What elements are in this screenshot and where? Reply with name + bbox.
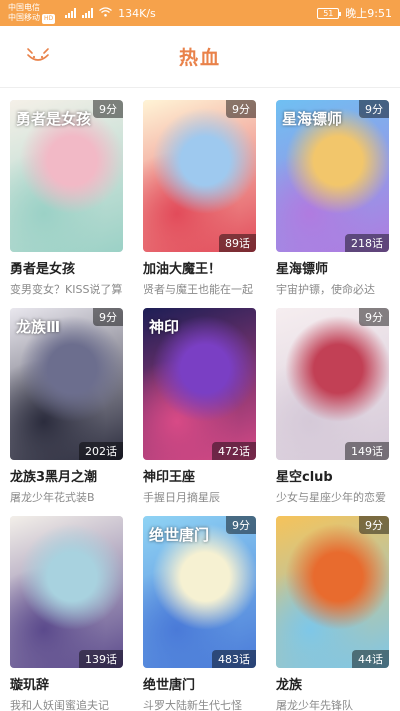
comic-cover[interactable]: 绝世唐门 9分 483话	[143, 516, 256, 668]
cover-logo: 星海镖师	[282, 110, 343, 128]
comic-title[interactable]: 璇玑辞	[10, 674, 123, 693]
cover-logo: 勇者是女孩	[16, 110, 92, 128]
comic-card[interactable]: 9分 89话加油大魔王！ 贤者与魔王也能在一起	[143, 100, 256, 300]
comic-cover[interactable]: 9分 149话	[276, 308, 389, 460]
comic-card[interactable]: 绝世唐门 9分 483话 绝世唐门 斗罗大陆新生代七怪	[143, 516, 256, 711]
comic-description: 屠龙少年花式装B	[10, 491, 95, 504]
signal-icon	[65, 8, 77, 18]
comic-title[interactable]: 龙族	[276, 674, 389, 693]
comic-cover[interactable]: 星海镖师 9分 218话	[276, 100, 389, 252]
comic-cover[interactable]: 9分 44话	[276, 516, 389, 668]
comic-description: 变男变女？KISS说了算	[10, 283, 123, 296]
carrier-1: 中国电信	[8, 2, 40, 12]
comic-grid: 勇者是女孩 9分 勇者是女孩 变男变女？KISS说了算 9分 89话 加油大魔王！ 贤者与魔王…	[0, 100, 400, 711]
status-bar: 中国电信 中国移动 HD 134K/s 51 晚上9:51	[0, 0, 400, 26]
comic-card[interactable]: 9分 44话龙族屠龙少年先锋队	[276, 516, 389, 711]
comic-title[interactable]: 加油大魔王！	[143, 258, 256, 277]
chapter-count-badge: 483话	[212, 650, 256, 668]
comic-cover[interactable]: 139话	[10, 516, 123, 668]
comic-description: 宇宙护镖，使命必达	[276, 283, 375, 296]
cover-art	[10, 516, 123, 668]
score-badge: 9分	[359, 516, 389, 534]
hd-badge: HD	[42, 13, 56, 24]
cover-art	[276, 308, 389, 460]
comic-card[interactable]: 勇者是女孩 9分 勇者是女孩 变男变女？KISS说了算	[10, 100, 123, 300]
score-badge: 9分	[93, 308, 123, 326]
clock: 晚上9:51	[345, 7, 392, 20]
comic-description: 斗罗大陆新生代七怪	[143, 699, 242, 711]
chapter-count-badge: 472话	[212, 442, 256, 460]
battery-icon: 51	[317, 7, 342, 19]
comic-card[interactable]: 9分 149话星空club 少女与星座少年的恋爱	[276, 308, 389, 508]
comic-card[interactable]: 神印 472话神印王座手握日月摘星辰	[143, 308, 256, 508]
comic-title[interactable]: 星空club	[276, 466, 389, 485]
comic-title[interactable]: 星海镖师	[276, 258, 389, 277]
chapter-count-badge: 139话	[79, 650, 123, 668]
comic-description: 手握日月摘星辰	[143, 491, 220, 504]
score-badge: 9分	[226, 516, 256, 534]
carrier-2: 中国移动	[8, 12, 40, 22]
page-title: 热血	[178, 47, 221, 69]
chapter-count-badge: 89话	[219, 234, 256, 252]
score-badge: 9分	[359, 100, 389, 118]
score-badge: 9分	[359, 308, 389, 326]
comic-card[interactable]: 星海镖师 9分 218话 星海镖师 宇宙护镖，使命必达	[276, 100, 389, 300]
comic-description: 少女与星座少年的恋爱	[276, 491, 386, 504]
comic-cover[interactable]: 勇者是女孩 9分	[10, 100, 123, 252]
chapter-count-badge: 44话	[352, 650, 389, 668]
carrier-info: 中国电信 中国移动 HD	[8, 2, 56, 24]
signal-icon-2	[82, 8, 94, 18]
wifi-icon	[99, 6, 113, 20]
app-header: 热血	[0, 26, 400, 88]
comic-description: 我和人妖闺蜜追夫记	[10, 699, 109, 711]
cover-logo: 龙族Ⅲ	[16, 318, 61, 336]
score-badge: 9分	[226, 100, 256, 118]
comic-cover[interactable]: 龙族Ⅲ 9分 202话	[10, 308, 123, 460]
comic-title[interactable]: 勇者是女孩	[10, 258, 123, 277]
cat-menu-icon[interactable]	[26, 46, 50, 68]
chapter-count-badge: 218话	[345, 234, 389, 252]
comic-title[interactable]: 绝世唐门	[143, 674, 256, 693]
comic-cover[interactable]: 神印 472话	[143, 308, 256, 460]
cover-logo: 神印	[149, 318, 180, 336]
comic-description: 贤者与魔王也能在一起	[143, 283, 253, 296]
score-badge: 9分	[93, 100, 123, 118]
cover-art	[276, 516, 389, 668]
comic-title[interactable]: 神印王座	[143, 466, 256, 485]
comic-title[interactable]: 龙族3黑月之潮	[10, 466, 123, 485]
chapter-count-badge: 149话	[345, 442, 389, 460]
comic-description: 屠龙少年先锋队	[276, 699, 353, 711]
chapter-count-badge: 202话	[79, 442, 123, 460]
comic-cover[interactable]: 9分 89话	[143, 100, 256, 252]
comic-card[interactable]: 139话璇玑辞我和人妖闺蜜追夫记	[10, 516, 123, 711]
net-speed: 134K/s	[118, 6, 156, 20]
cover-logo: 绝世唐门	[149, 526, 210, 544]
comic-card[interactable]: 龙族Ⅲ 9分 202话龙族3黑月之潮屠龙少年花式装B	[10, 308, 123, 508]
cover-art	[143, 100, 256, 252]
